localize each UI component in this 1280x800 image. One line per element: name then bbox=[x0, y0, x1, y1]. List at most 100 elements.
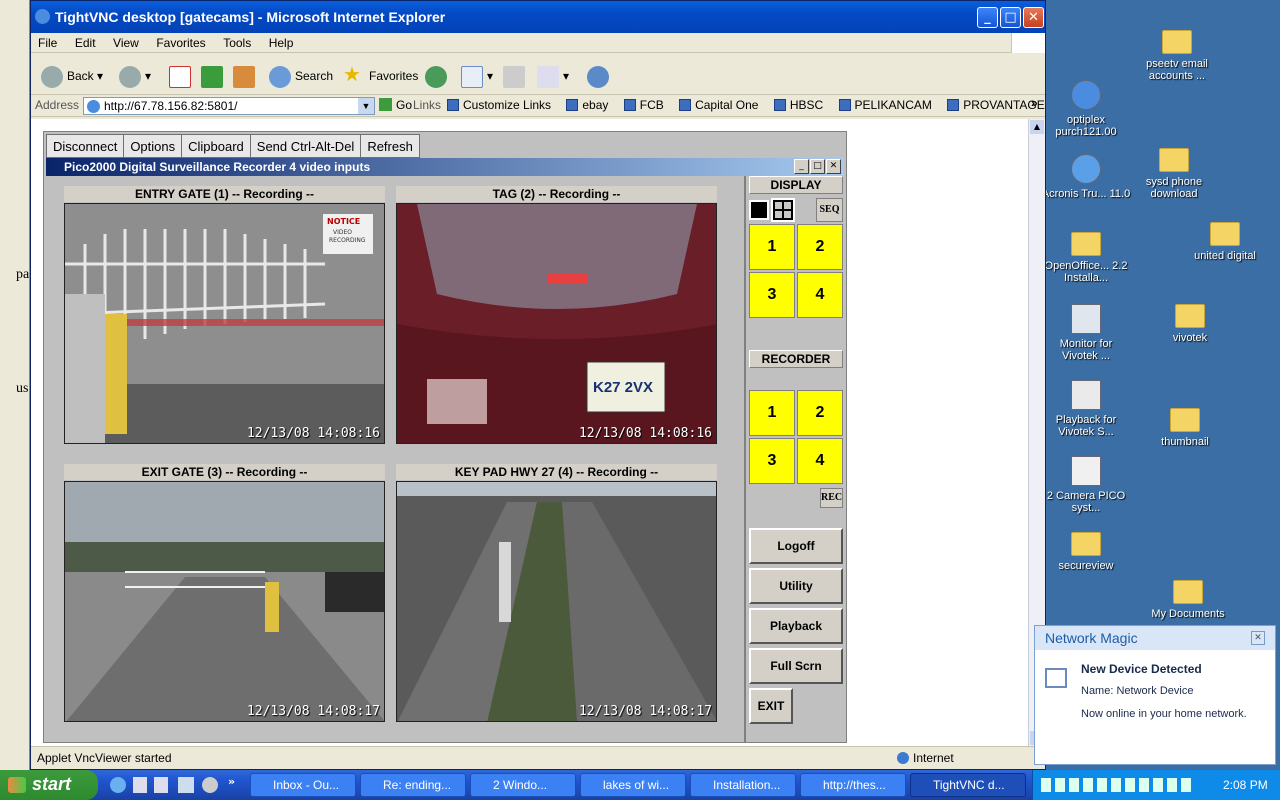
link-hbsc[interactable]: HBSC bbox=[773, 98, 823, 112]
task-lakes[interactable]: lakes of wi... bbox=[580, 773, 686, 797]
desktop-icon-openoffice[interactable]: OpenOffice... 2.2 Installa... bbox=[1041, 232, 1131, 284]
maximize-button[interactable]: □ bbox=[1000, 7, 1021, 28]
rec-button[interactable]: REC bbox=[820, 488, 843, 508]
go-button[interactable]: Go bbox=[379, 98, 412, 112]
quicklaunch-chevron-icon[interactable]: » bbox=[228, 775, 235, 788]
search-button[interactable]: Search bbox=[269, 61, 333, 88]
refresh-button[interactable]: Refresh bbox=[360, 134, 420, 158]
scroll-up-arrow-icon[interactable]: ▲ bbox=[1030, 120, 1044, 134]
desktop-icon-playback-vivotek[interactable]: Playback for Vivotek S... bbox=[1041, 380, 1131, 438]
logoff-button[interactable]: Logoff bbox=[749, 528, 843, 564]
camera-feed-1[interactable]: NOTICE VIDEO RECORDING 12/13/08 14:08:16 bbox=[64, 203, 385, 444]
quicklaunch-outlook-icon[interactable] bbox=[154, 777, 168, 793]
playback-button[interactable]: Playback bbox=[749, 608, 843, 644]
display-4-button[interactable]: 4 bbox=[797, 272, 843, 318]
link-pelikancam[interactable]: PELIKANCAM bbox=[838, 98, 932, 112]
task-2-windows[interactable]: 2 Windo... bbox=[470, 773, 576, 797]
single-view-icon[interactable] bbox=[749, 200, 769, 220]
forward-button[interactable]: ▾ bbox=[119, 61, 151, 88]
tray-icons[interactable] bbox=[1041, 778, 1191, 792]
display-1-button[interactable]: 1 bbox=[749, 224, 795, 270]
recorder-1-button[interactable]: 1 bbox=[749, 390, 795, 436]
camera-feed-3[interactable]: 12/13/08 14:08:17 bbox=[64, 481, 385, 722]
menu-view[interactable]: View bbox=[106, 33, 146, 50]
link-icon bbox=[566, 99, 579, 111]
clock[interactable]: 2:08 PM bbox=[1223, 778, 1268, 792]
desktop-icon-pseetv[interactable]: pseetv email accounts ... bbox=[1132, 30, 1222, 82]
mail-button[interactable]: ▾ bbox=[461, 61, 493, 88]
link-customize[interactable]: Customize Links bbox=[447, 98, 551, 112]
pico-minimize-button[interactable]: _ bbox=[794, 159, 809, 174]
display-3-button[interactable]: 3 bbox=[749, 272, 795, 318]
exit-button[interactable]: EXIT bbox=[749, 688, 793, 724]
menu-file[interactable]: File bbox=[31, 33, 64, 50]
favorites-button[interactable]: ★ Favorites bbox=[343, 61, 418, 87]
disconnect-button[interactable]: Disconnect bbox=[46, 134, 125, 158]
vnc-button-bar: Disconnect Options Clipboard Send Ctrl-A… bbox=[46, 134, 420, 158]
messenger-icon bbox=[587, 66, 609, 88]
send-ctrl-alt-del-button[interactable]: Send Ctrl-Alt-Del bbox=[249, 134, 362, 158]
task-inbox[interactable]: Inbox - Ou... bbox=[250, 773, 356, 797]
print-button[interactable] bbox=[503, 61, 529, 88]
recorder-2-button[interactable]: 2 bbox=[797, 390, 843, 436]
desktop-icon-sysd[interactable]: sysd phone download bbox=[1129, 148, 1219, 200]
history-button[interactable] bbox=[425, 61, 451, 88]
quicklaunch-ie-icon[interactable] bbox=[110, 777, 126, 793]
desktop-icon-pico[interactable]: 2 Camera PICO syst... bbox=[1041, 456, 1131, 514]
camera-feed-4[interactable]: 12/13/08 14:08:17 bbox=[396, 481, 717, 722]
zone-indicator: Internet bbox=[897, 751, 954, 765]
desktop-icon-monitor-vivotek[interactable]: Monitor for Vivotek ... bbox=[1041, 304, 1131, 362]
messenger-button[interactable] bbox=[587, 61, 613, 88]
options-button[interactable]: Options bbox=[123, 134, 183, 158]
chevron-right-icon[interactable]: » bbox=[1031, 96, 1038, 110]
desktop-icon-united-digital[interactable]: united digital bbox=[1180, 222, 1270, 262]
quicklaunch-desktop-icon[interactable] bbox=[178, 777, 194, 793]
link-fcb[interactable]: FCB bbox=[623, 98, 664, 112]
address-input[interactable]: http://67.78.156.82:5801/ ▼ bbox=[83, 97, 375, 115]
back-button[interactable]: Back ▾ bbox=[41, 61, 103, 88]
forward-arrow-icon bbox=[119, 66, 141, 88]
recorder-4-button[interactable]: 4 bbox=[797, 438, 843, 484]
recorder-3-button[interactable]: 3 bbox=[749, 438, 795, 484]
quicklaunch-media-icon[interactable] bbox=[202, 777, 218, 793]
menu-edit[interactable]: Edit bbox=[68, 33, 103, 50]
popup-close-icon[interactable]: ✕ bbox=[1251, 631, 1265, 645]
vnc-applet[interactable]: Disconnect Options Clipboard Send Ctrl-A… bbox=[43, 131, 847, 743]
seq-button[interactable]: SEQ bbox=[816, 198, 843, 222]
desktop-icon-thumbnail[interactable]: thumbnail bbox=[1140, 408, 1230, 448]
clipboard-button[interactable]: Clipboard bbox=[181, 134, 251, 158]
full-screen-button[interactable]: Full Scrn bbox=[749, 648, 843, 684]
stop-button[interactable] bbox=[169, 61, 195, 88]
minimize-button[interactable]: _ bbox=[977, 7, 998, 28]
task-tightvnc[interactable]: TightVNC d... bbox=[910, 773, 1026, 797]
camera-timestamp-4: 12/13/08 14:08:17 bbox=[578, 704, 712, 719]
pico-maximize-button[interactable]: □ bbox=[810, 159, 825, 174]
address-dropdown[interactable]: ▼ bbox=[358, 98, 374, 114]
task-re-ending[interactable]: Re: ending... bbox=[360, 773, 466, 797]
desktop-icon-acronis[interactable]: Acronis Tru... 11.0 bbox=[1041, 154, 1131, 200]
refresh-button[interactable] bbox=[201, 61, 227, 88]
desktop-icon-vivotek[interactable]: vivotek bbox=[1145, 304, 1235, 344]
task-http[interactable]: http://thes... bbox=[800, 773, 906, 797]
utility-button[interactable]: Utility bbox=[749, 568, 843, 604]
close-button[interactable]: ✕ bbox=[1023, 7, 1044, 28]
window-titlebar[interactable]: TightVNC desktop [gatecams] - Microsoft … bbox=[31, 1, 1045, 33]
desktop-icon-my-documents[interactable]: My Documents bbox=[1143, 580, 1233, 620]
display-2-button[interactable]: 2 bbox=[797, 224, 843, 270]
edit-button[interactable]: ▾ bbox=[537, 61, 569, 88]
link-ebay[interactable]: ebay bbox=[566, 98, 608, 112]
quicklaunch-doc-icon[interactable] bbox=[133, 777, 147, 793]
menu-favorites[interactable]: Favorites bbox=[149, 33, 212, 50]
home-button[interactable] bbox=[233, 61, 259, 88]
menu-help[interactable]: Help bbox=[262, 33, 301, 50]
camera-feed-2[interactable]: K27 2VX 12/13/08 14:08:16 bbox=[396, 203, 717, 444]
desktop-icon-secureview[interactable]: secureview bbox=[1041, 532, 1131, 572]
pico-close-button[interactable]: ✕ bbox=[826, 159, 841, 174]
link-capital-one[interactable]: Capital One bbox=[679, 98, 758, 112]
quad-view-icon[interactable] bbox=[771, 198, 795, 222]
start-button[interactable]: start bbox=[0, 770, 98, 800]
background-window[interactable]: pa us bbox=[0, 0, 30, 770]
network-magic-popup[interactable]: Network Magic ✕ New Device Detected Name… bbox=[1034, 625, 1276, 765]
menu-tools[interactable]: Tools bbox=[216, 33, 258, 50]
task-installation[interactable]: Installation... bbox=[690, 773, 796, 797]
